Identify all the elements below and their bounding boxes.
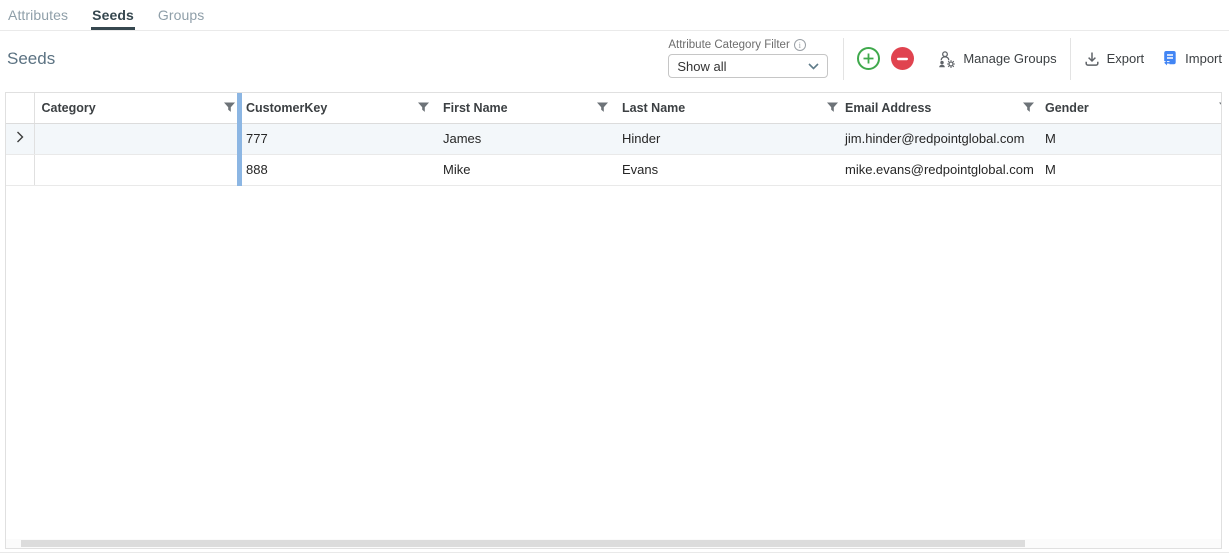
cell-lastname: Hinder	[615, 123, 838, 154]
tab-bar: Attributes Seeds Groups	[0, 0, 1229, 31]
cell-category	[34, 154, 239, 185]
column-header-email[interactable]: Email Address	[838, 93, 1038, 123]
tab-groups[interactable]: Groups	[157, 7, 206, 30]
tab-seeds[interactable]: Seeds	[91, 7, 135, 30]
row-expander-cell[interactable]	[6, 123, 34, 154]
table-row[interactable]: 888 Mike Evans mike.evans@redpointglobal…	[6, 154, 1222, 185]
tab-attributes[interactable]: Attributes	[7, 7, 69, 30]
seeds-grid: Category CustomerKey First Name Last Nam…	[5, 92, 1222, 549]
column-header-gender[interactable]: Gender	[1038, 93, 1222, 123]
attribute-category-filter-group: Attribute Category Filter i Show all	[668, 39, 828, 78]
row-expander-cell[interactable]	[6, 154, 34, 185]
cell-category	[34, 123, 239, 154]
scrollbar-thumb[interactable]	[21, 540, 1025, 547]
cell-email: mike.evans@redpointglobal.com	[838, 154, 1038, 185]
cell-customerkey: 777	[239, 123, 436, 154]
seeds-table: Category CustomerKey First Name Last Nam…	[6, 93, 1222, 186]
attribute-category-filter-select[interactable]: Show all	[668, 54, 828, 78]
cell-firstname: James	[436, 123, 615, 154]
table-row[interactable]: 777 James Hinder jim.hinder@redpointglob…	[6, 123, 1222, 154]
cell-lastname: Evans	[615, 154, 838, 185]
column-label: Last Name	[622, 101, 685, 115]
manage-groups-button[interactable]: Manage Groups	[938, 50, 1056, 68]
import-document-icon	[1161, 50, 1178, 67]
column-header-category[interactable]: Category	[34, 93, 239, 123]
download-icon	[1084, 51, 1100, 67]
people-gear-icon	[938, 50, 956, 68]
chevron-down-icon	[808, 63, 819, 70]
filter-icon[interactable]	[417, 101, 430, 114]
column-label: Category	[42, 101, 96, 115]
filter-icon[interactable]	[1218, 101, 1222, 114]
horizontal-scrollbar[interactable]	[6, 539, 1221, 548]
filter-icon[interactable]	[596, 101, 609, 114]
attribute-category-filter-label: Attribute Category Filter i	[668, 39, 828, 51]
export-button[interactable]: Export	[1084, 51, 1145, 67]
column-header-lastname[interactable]: Last Name	[615, 93, 838, 123]
page-bottom-border	[0, 552, 1229, 553]
column-label: First Name	[443, 101, 508, 115]
export-label: Export	[1107, 51, 1145, 66]
cell-firstname: Mike	[436, 154, 615, 185]
cell-customerkey: 888	[239, 154, 436, 185]
manage-groups-label: Manage Groups	[963, 51, 1056, 66]
add-seed-button[interactable]	[857, 47, 880, 70]
column-label: Gender	[1045, 101, 1089, 115]
page-header: Seeds Attribute Category Filter i Show a…	[0, 31, 1229, 85]
column-header-firstname[interactable]: First Name	[436, 93, 615, 123]
column-header-customerkey[interactable]: CustomerKey	[239, 93, 436, 123]
remove-seed-button[interactable]	[891, 47, 914, 70]
page-title: Seeds	[7, 49, 668, 69]
chevron-right-icon	[16, 131, 24, 143]
cell-gender: M	[1038, 154, 1222, 185]
cell-email: jim.hinder@redpointglobal.com	[838, 123, 1038, 154]
import-button[interactable]: Import	[1161, 50, 1222, 67]
column-label: CustomerKey	[246, 101, 327, 115]
plus-icon	[863, 53, 874, 64]
filter-label-text: Attribute Category Filter	[668, 39, 789, 51]
header-row: Category CustomerKey First Name Last Nam…	[6, 93, 1222, 123]
filter-icon[interactable]	[1022, 101, 1035, 114]
toolbar-divider	[843, 38, 844, 80]
toolbar-divider	[1070, 38, 1071, 80]
column-label: Email Address	[845, 101, 931, 115]
info-icon[interactable]: i	[794, 39, 806, 51]
filter-icon[interactable]	[223, 101, 236, 114]
cell-gender: M	[1038, 123, 1222, 154]
expander-header-cell	[6, 93, 34, 123]
import-label: Import	[1185, 51, 1222, 66]
minus-icon	[897, 57, 908, 61]
filter-selected-value: Show all	[677, 59, 726, 74]
